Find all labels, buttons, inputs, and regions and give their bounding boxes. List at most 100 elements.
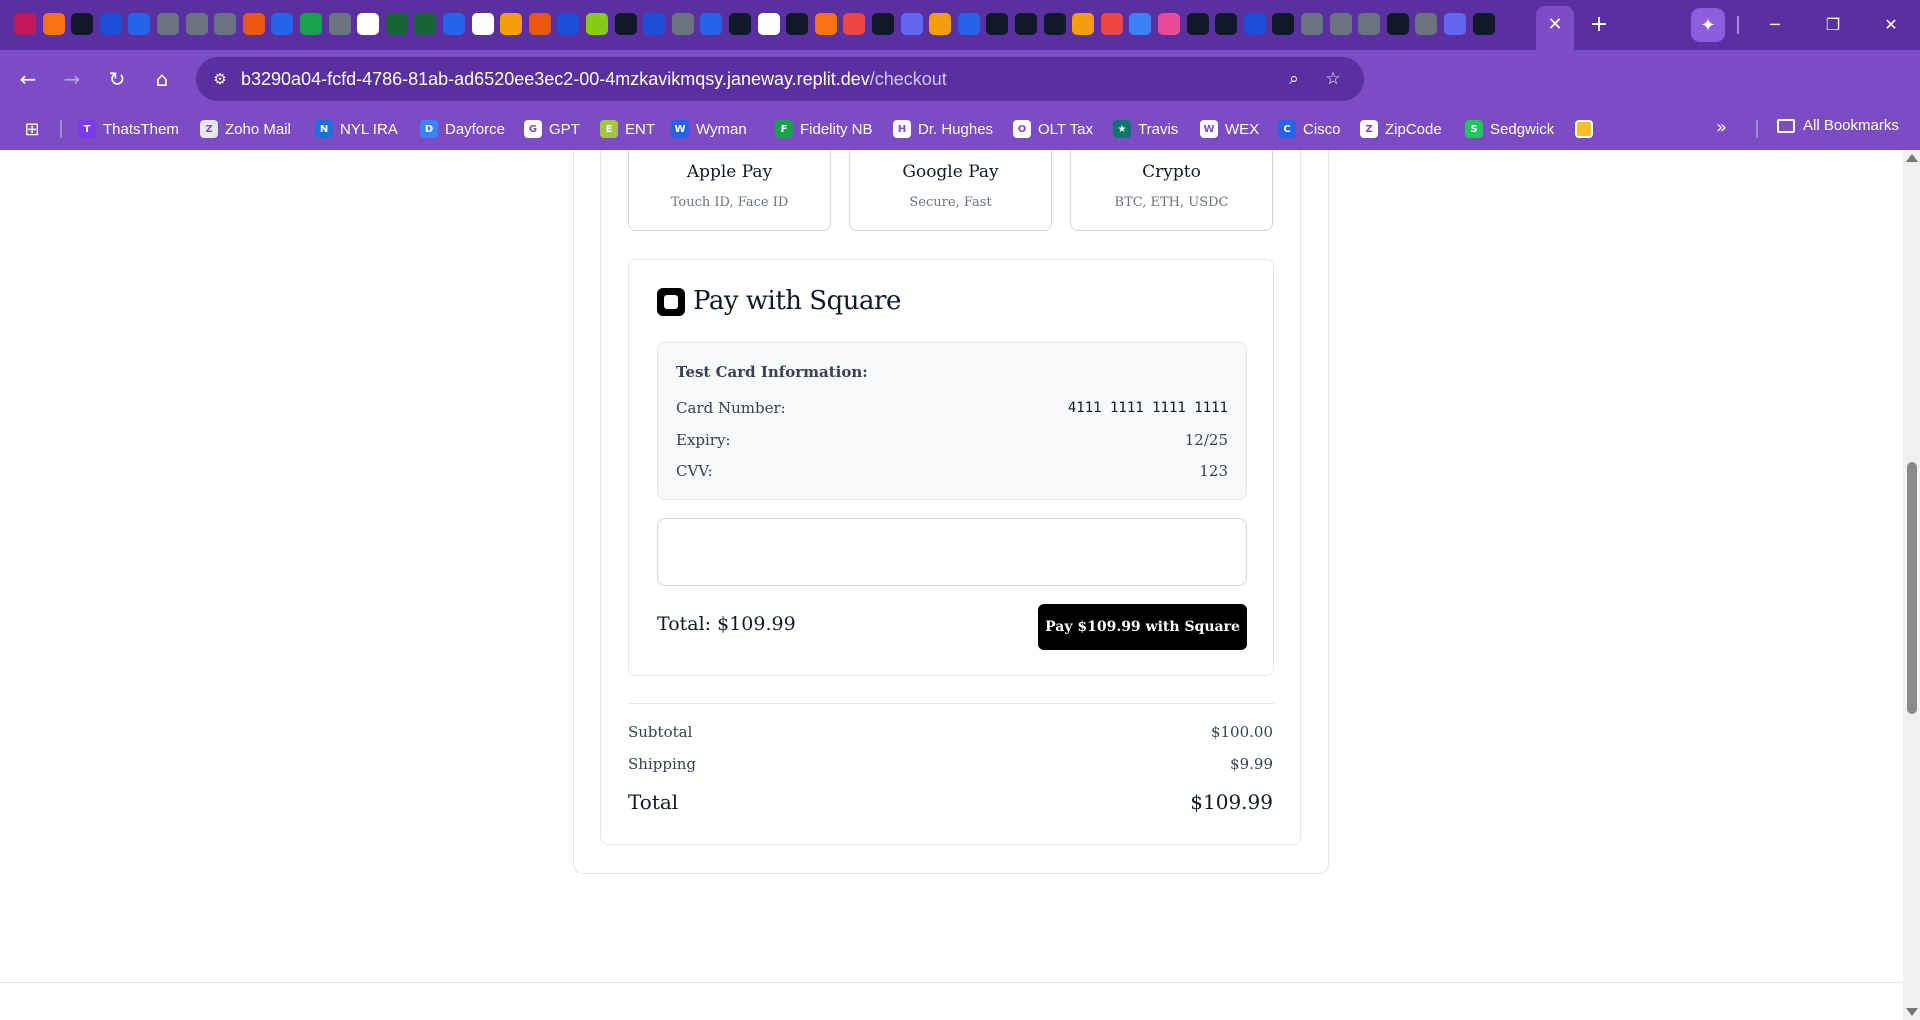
tab-favicon-icon[interactable]: [471, 13, 494, 35]
tab-favicon-icon[interactable]: [99, 13, 122, 35]
bookmark-item[interactable]: G GPT: [524, 117, 580, 141]
tab-favicon-icon[interactable]: [1043, 13, 1066, 35]
scroll-up-arrow-icon[interactable]: [1906, 154, 1918, 162]
tab-favicon-icon[interactable]: [986, 13, 1009, 35]
bookmark-item[interactable]: W Wyman: [671, 117, 747, 141]
tab-favicon-icon[interactable]: [214, 13, 237, 35]
bookmark-item[interactable]: Z ZipCode: [1360, 117, 1442, 141]
google-pay-option[interactable]: Google Pay Secure, Fast: [849, 150, 1052, 231]
home-icon[interactable]: ⌂: [146, 63, 178, 95]
tab-favicon-icon[interactable]: [385, 13, 408, 35]
tab-favicon-icon[interactable]: [729, 13, 751, 35]
tab-favicon-icon[interactable]: [586, 13, 608, 35]
tab-favicon-icon[interactable]: [328, 13, 351, 35]
tab-favicon-icon[interactable]: [528, 13, 551, 35]
bookmark-item[interactable]: O OLT Tax: [1013, 117, 1093, 141]
restore-icon[interactable]: ❐: [1810, 8, 1856, 40]
scroll-down-arrow-icon[interactable]: [1906, 1008, 1918, 1016]
tab-favicon-icon[interactable]: [757, 13, 780, 35]
tab-favicon-icon[interactable]: [185, 13, 208, 35]
pay-with-square-button[interactable]: Pay $109.99 with Square: [1038, 604, 1247, 650]
tab-favicon-icon[interactable]: [843, 13, 866, 35]
new-tab-button[interactable]: +: [1585, 10, 1613, 38]
scrollbar-thumb[interactable]: [1907, 462, 1917, 714]
tab-favicon-icon[interactable]: [1272, 13, 1295, 35]
bookmark-item[interactable]: Z Zoho Mail: [200, 117, 291, 141]
tab-favicon-icon[interactable]: [1015, 13, 1037, 35]
tab-favicon-icon[interactable]: [1444, 13, 1466, 35]
tab-favicon-icon[interactable]: [1329, 13, 1352, 35]
tab-favicon-icon[interactable]: [14, 13, 36, 35]
footer-divider: [0, 982, 1903, 983]
tab-favicon-icon[interactable]: [271, 13, 294, 35]
tab-favicon-icon[interactable]: [1243, 13, 1266, 35]
all-bookmarks-button[interactable]: All Bookmarks: [1777, 117, 1899, 134]
address-bar[interactable]: ⚙ b3290a04-fcfd-4786-81ab-ad6520ee3ec2-0…: [196, 57, 1364, 101]
tab-favicon-icon[interactable]: [1472, 13, 1495, 35]
tab-favicon-icon[interactable]: [1100, 13, 1123, 35]
bookmark-item[interactable]: C Cisco: [1278, 117, 1341, 141]
tab-favicon-icon[interactable]: [1386, 13, 1409, 35]
tab-favicon-icon[interactable]: [443, 13, 465, 35]
bookmark-item[interactable]: T ThatsThem: [78, 117, 179, 141]
zoom-icon[interactable]: ⌕: [1281, 66, 1307, 92]
page-viewport: Apple Pay Touch ID, Face ID Google Pay S…: [0, 150, 1920, 1020]
tab-favicon-icon[interactable]: [1215, 13, 1238, 35]
bookmark-item[interactable]: N NYL IRA: [315, 117, 398, 141]
bookmark-item[interactable]: S Sedgwick: [1465, 117, 1554, 141]
tab-favicon-icon[interactable]: [242, 13, 265, 35]
tab-favicon-icon[interactable]: [643, 13, 666, 35]
bookmark-item[interactable]: W WEX: [1200, 117, 1259, 141]
tab-favicon-icon[interactable]: [300, 13, 322, 35]
back-arrow-icon[interactable]: ←: [12, 63, 44, 95]
crypto-option[interactable]: Crypto BTC, ETH, USDC: [1070, 150, 1273, 231]
more-bookmarks-icon[interactable]: »: [1716, 117, 1727, 138]
bookmark-item[interactable]: [1575, 117, 1593, 141]
card-entry-field[interactable]: [657, 518, 1247, 586]
reload-icon[interactable]: ↻: [101, 63, 133, 95]
minimize-icon[interactable]: ─: [1752, 8, 1798, 40]
tab-favicon-icon[interactable]: [500, 13, 523, 35]
square-payment-section: Pay with Square Test Card Information: C…: [628, 259, 1274, 676]
tab-favicon-icon[interactable]: [128, 13, 151, 35]
page-scrollbar[interactable]: [1903, 150, 1920, 1020]
bookmark-item[interactable]: F Fidelity NB: [775, 117, 873, 141]
tab-favicon-icon[interactable]: [900, 13, 923, 35]
tab-favicon-icon[interactable]: [929, 13, 952, 35]
bookmark-item[interactable]: ★ Travis: [1113, 117, 1178, 141]
tab-favicon-icon[interactable]: [1415, 13, 1438, 35]
close-icon[interactable]: ✕: [1543, 12, 1567, 36]
tab-favicon-icon[interactable]: [1358, 13, 1381, 35]
window-close-icon[interactable]: ✕: [1868, 8, 1914, 40]
forward-arrow-icon[interactable]: →: [56, 63, 88, 95]
bookmark-item[interactable]: H Dr. Hughes: [893, 117, 993, 141]
tab-favicon-icon[interactable]: [42, 13, 65, 35]
bookmark-item[interactable]: D Dayforce: [420, 117, 505, 141]
tab-favicon-icon[interactable]: [1301, 13, 1323, 35]
tab-favicon-icon[interactable]: [1129, 13, 1152, 35]
tab-favicon-icon[interactable]: [614, 13, 637, 35]
square-logo-icon: [657, 288, 685, 316]
apple-pay-option[interactable]: Apple Pay Touch ID, Face ID: [628, 150, 831, 231]
tab-favicon-icon[interactable]: [1186, 13, 1209, 35]
tab-favicon-icon[interactable]: [357, 13, 380, 35]
tab-favicon-icon[interactable]: [1158, 13, 1180, 35]
method-name: Google Pay: [902, 162, 999, 182]
bookmark-star-icon[interactable]: ☆: [1320, 66, 1346, 92]
gemini-icon[interactable]: ✦: [1691, 8, 1725, 42]
tab-favicon-icon[interactable]: [872, 13, 894, 35]
site-info-icon[interactable]: ⚙: [206, 65, 234, 93]
tab-favicon-icon[interactable]: [1072, 13, 1095, 35]
tab-favicon-icon[interactable]: [557, 13, 580, 35]
tab-favicon-icon[interactable]: [957, 13, 980, 35]
bookmark-item[interactable]: E ENT: [600, 117, 655, 141]
tab-favicon-icon[interactable]: [786, 13, 809, 35]
tab-favicon-icon[interactable]: [700, 13, 723, 35]
apps-grid-icon[interactable]: ⊞: [20, 117, 44, 141]
tab-favicon-icon[interactable]: [414, 13, 437, 35]
tab-favicon-icon[interactable]: [814, 13, 837, 35]
tab-favicon-icon[interactable]: [671, 13, 694, 35]
tab-favicon-icon[interactable]: [157, 13, 179, 35]
tab-favicon-icon[interactable]: [71, 13, 94, 35]
url-text[interactable]: b3290a04-fcfd-4786-81ab-ad6520ee3ec2-00-…: [241, 69, 947, 90]
